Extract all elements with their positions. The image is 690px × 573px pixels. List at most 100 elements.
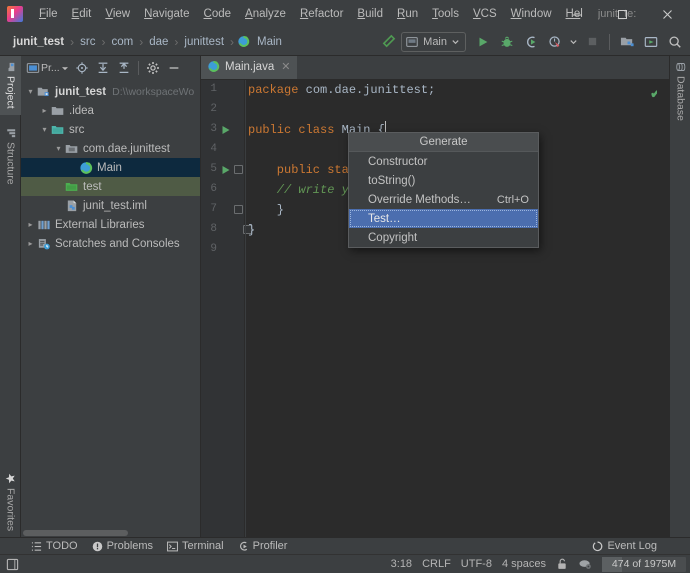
breadcrumb-item-main[interactable]: Main — [254, 35, 285, 49]
debug-icon[interactable] — [496, 31, 518, 53]
line-number: 8 — [210, 223, 217, 235]
unlocked-icon[interactable] — [556, 558, 568, 570]
minimize-button[interactable] — [555, 0, 600, 28]
tree-node-test[interactable]: test — [21, 177, 200, 196]
sidebar-item-structure[interactable]: Structure — [0, 122, 21, 191]
panel-toolbar-divider — [137, 61, 139, 75]
generate-item-test[interactable]: Test… — [349, 209, 538, 228]
bottom-item-problems[interactable]: Problems — [85, 539, 160, 553]
generate-item-tostring[interactable]: toString() — [349, 171, 538, 190]
project-structure-icon[interactable] — [616, 31, 638, 53]
expand-all-icon[interactable] — [93, 58, 113, 78]
editor-tab-main-java[interactable]: Main.java ✕ — [201, 56, 298, 79]
chevron-down-icon[interactable]: ▾ — [24, 87, 37, 96]
scrollbar-thumb[interactable] — [23, 530, 128, 536]
menu-item-run[interactable]: Run — [390, 4, 425, 24]
generate-item-override-methods[interactable]: Override Methods… Ctrl+O — [349, 190, 538, 209]
update-project-icon[interactable] — [640, 31, 662, 53]
generate-item-shortcut: Ctrl+O — [496, 193, 529, 206]
editor-gutter[interactable]: 1 2 3 4 5 6 7 8 9 — [201, 80, 252, 537]
java-class-icon — [237, 35, 250, 48]
chevron-right-icon[interactable]: ▸ — [38, 106, 51, 115]
breadcrumb-item-junit-test[interactable]: junit_test — [10, 35, 67, 49]
chevron-down-icon[interactable]: ▾ — [52, 144, 65, 153]
run-coverage-icon[interactable] — [520, 31, 542, 53]
menu-item-window[interactable]: Window — [504, 4, 559, 24]
sidebar-item-database[interactable]: Database — [670, 56, 690, 127]
run-icon[interactable] — [472, 31, 494, 53]
tree-node--idea[interactable]: ▸ .idea — [21, 101, 200, 120]
menu-mnemonic: C — [203, 8, 212, 20]
test-folder-icon — [65, 180, 80, 194]
tree-node-main[interactable]: Main — [21, 158, 200, 177]
breadcrumb-item-junittest[interactable]: junittest — [181, 35, 227, 49]
ide-frame-icon[interactable] — [6, 558, 19, 571]
file-encoding[interactable]: UTF-8 — [461, 558, 492, 570]
profiler-icon[interactable] — [544, 31, 566, 53]
search-everywhere-icon[interactable] — [664, 31, 686, 53]
menu-item-tools[interactable]: Tools — [425, 4, 466, 24]
tree-node-src[interactable]: ▾ src — [21, 120, 200, 139]
memory-indicator[interactable]: 474 of 1975M — [602, 556, 686, 572]
tree-node-junit-test-iml[interactable]: junit_test.iml — [21, 196, 200, 215]
caret-position[interactable]: 3:18 — [391, 558, 412, 570]
line-separator[interactable]: CRLF — [422, 558, 451, 570]
maximize-button[interactable] — [600, 0, 645, 28]
menu-item-code[interactable]: Code — [197, 4, 239, 24]
bottom-item-todo[interactable]: TODO — [24, 539, 85, 553]
generate-popup-list: Constructor toString() Override Methods… Ct… — [349, 152, 538, 247]
gutter-run-icon[interactable] — [221, 125, 231, 135]
project-tree-hscrollbar[interactable] — [21, 528, 200, 537]
indent-setting[interactable]: 4 spaces — [502, 558, 546, 570]
project-tool-window: Pr... ▾ junit_test D:\\workspaceWo ▸ .idea ▾ s… — [21, 56, 201, 537]
bottom-item-terminal[interactable]: Terminal — [160, 539, 231, 553]
chevron-right-icon[interactable]: ▸ — [24, 239, 37, 248]
menu-item-build[interactable]: Build — [350, 4, 390, 24]
generate-item-copyright[interactable]: Copyright — [349, 228, 538, 247]
tree-node-junit-test[interactable]: ▾ junit_test D:\\workspaceWo — [21, 82, 200, 101]
chevron-down-icon[interactable]: ▾ — [38, 125, 51, 134]
menu-item-edit[interactable]: Edit — [65, 4, 99, 24]
menu-item-vcs[interactable]: VCS — [466, 4, 504, 24]
gutter-fold-open-icon[interactable] — [234, 165, 243, 174]
editor-scrollbar[interactable] — [657, 80, 669, 537]
close-icon[interactable]: ✕ — [281, 60, 290, 73]
chevron-down-icon — [452, 40, 459, 45]
breadcrumb-item-com[interactable]: com — [108, 35, 136, 49]
memory-label: 474 of 1975M — [611, 558, 677, 570]
build-hammer-icon[interactable] — [377, 31, 399, 53]
menu-item-file[interactable]: File — [32, 4, 65, 24]
line-number: 1 — [210, 83, 217, 95]
sidebar-item-project[interactable]: Project — [0, 56, 21, 115]
source-folder-icon — [51, 123, 66, 137]
hide-panel-icon[interactable] — [164, 58, 184, 78]
close-button[interactable] — [645, 0, 690, 28]
select-opened-file-icon[interactable] — [72, 58, 92, 78]
project-view-selector[interactable]: Pr... — [24, 58, 71, 78]
tree-node-com-dae-junittest[interactable]: ▾ com.dae.junittest — [21, 139, 200, 158]
menu-item-navigate[interactable]: Navigate — [137, 4, 196, 24]
profiler-dropdown-icon[interactable] — [568, 31, 579, 53]
tree-node-scratches-and-consoles[interactable]: ▸ Scratches and Consoles — [21, 234, 200, 253]
tree-node-label: src — [69, 123, 85, 136]
breadcrumb-item-dae[interactable]: dae — [146, 35, 171, 49]
star-icon — [5, 473, 16, 484]
bottom-item-profiler[interactable]: Profiler — [231, 539, 295, 553]
menu-item-refactor[interactable]: Refactor — [293, 4, 350, 24]
gutter-fold-close-icon[interactable] — [234, 205, 243, 214]
tree-node-external-libraries[interactable]: ▸ External Libraries — [21, 215, 200, 234]
settings-gear-icon[interactable] — [143, 58, 163, 78]
bottom-item-event-log[interactable]: Event Log — [585, 539, 664, 553]
run-configuration-selector[interactable]: Main — [401, 31, 466, 52]
menu-item-view[interactable]: View — [98, 4, 137, 24]
collapse-all-icon[interactable] — [114, 58, 134, 78]
breadcrumb-item-src[interactable]: src — [77, 35, 98, 49]
menu-item-analyze[interactable]: Analyze — [238, 4, 293, 24]
gutter-run-icon[interactable] — [221, 165, 231, 175]
project-view-label: Pr... — [41, 62, 60, 74]
vcs-branch-icon[interactable] — [578, 558, 592, 570]
chevron-right-icon[interactable]: ▸ — [24, 220, 37, 229]
sidebar-item-favorites[interactable]: Favorites — [0, 467, 21, 537]
generate-item-constructor[interactable]: Constructor — [349, 152, 538, 171]
iml-file-icon — [65, 199, 80, 213]
